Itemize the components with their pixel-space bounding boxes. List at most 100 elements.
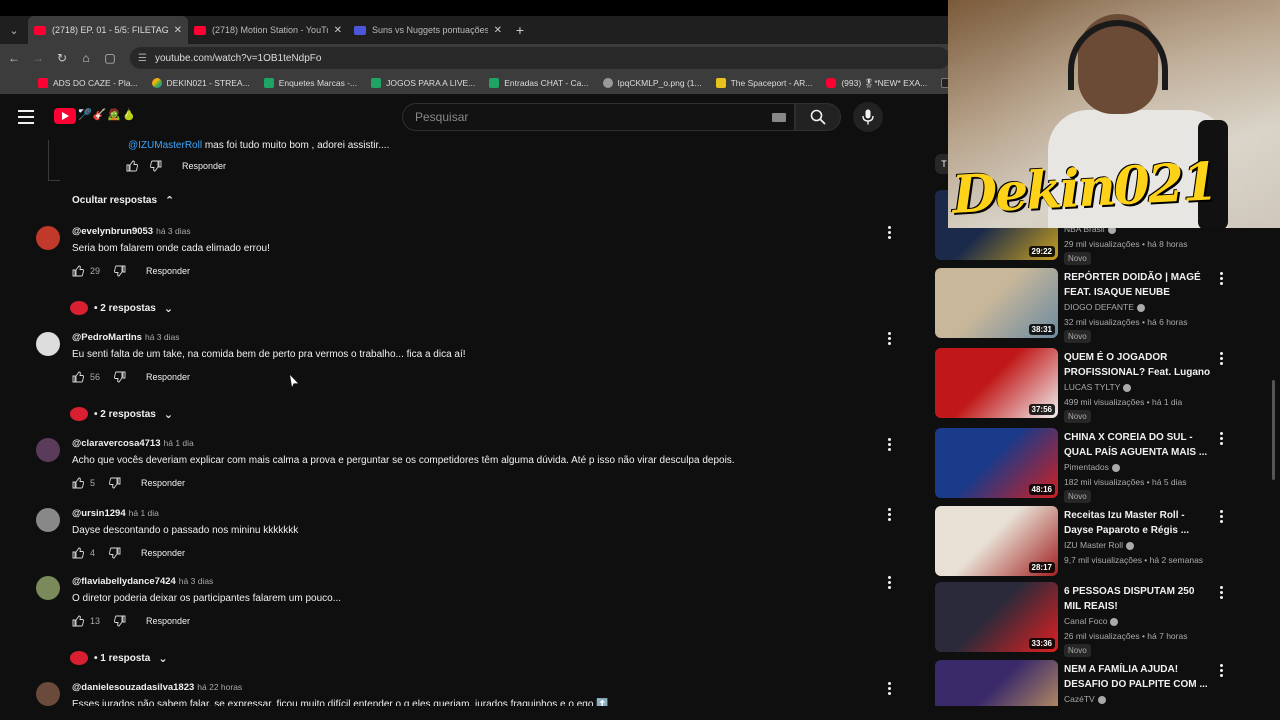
video-thumbnail[interactable]: 48:16	[935, 428, 1058, 498]
search-button[interactable]	[795, 103, 841, 131]
show-replies-button[interactable]: • 1 resposta ⌄	[70, 651, 168, 665]
more-actions-icon[interactable]	[888, 508, 892, 523]
close-tab-icon[interactable]: ✕	[334, 25, 342, 36]
close-tab-icon[interactable]: ✕	[174, 25, 182, 36]
reply-button[interactable]: Responder	[146, 372, 190, 382]
reply-button[interactable]: Responder	[141, 478, 185, 488]
video-channel[interactable]: Canal Foco	[1064, 616, 1119, 626]
reply-button[interactable]: Responder	[146, 616, 190, 626]
like-icon[interactable]	[126, 160, 138, 172]
mention-link[interactable]: @IZUMasterRoll	[128, 140, 202, 151]
comment-author[interactable]: @PedroMartlns há 3 dias	[72, 332, 179, 343]
like-icon[interactable]	[72, 371, 84, 383]
more-actions-icon[interactable]	[1220, 586, 1223, 601]
reload-icon[interactable]: ↻	[50, 51, 74, 65]
like-icon[interactable]	[72, 615, 84, 627]
recommended-video[interactable]: 38:31 REPÓRTER DOIDÃO | MAGÉ FEAT. ISAQUE…	[935, 268, 1225, 343]
comment-author[interactable]: @ursin1294 há 1 dia	[72, 508, 159, 519]
split-view-icon[interactable]: ▢	[98, 51, 122, 65]
video-title[interactable]: NEM A FAMÍLIA AJUDA! DESAFIO DO PALPITE …	[1064, 662, 1214, 692]
bookmark-item[interactable]: ADS DO CAZE - Pla...	[38, 78, 138, 88]
like-icon[interactable]	[72, 547, 84, 559]
video-title[interactable]: CHINA X COREIA DO SUL - QUAL PAÍS AGUENT…	[1064, 430, 1214, 460]
more-actions-icon[interactable]	[888, 682, 892, 697]
comment-author[interactable]: @flaviabellydance7424 há 3 dias	[72, 576, 213, 587]
youtube-logo-icon[interactable]	[54, 108, 76, 124]
site-settings-icon[interactable]: ☰	[138, 53, 147, 64]
like-icon[interactable]	[72, 265, 84, 277]
new-tab-plus-icon[interactable]: +	[508, 22, 532, 38]
comment-author[interactable]: @evelynbrun9053 há 3 dias	[72, 226, 191, 237]
like-count: 56	[90, 372, 101, 382]
recommended-video[interactable]: 37:56 QUEM É O JOGADOR PROFISSIONAL? Feat…	[935, 348, 1225, 423]
bookmark-item[interactable]: JOGOS PARA A LIVE...	[371, 78, 475, 88]
reply-button[interactable]: Responder	[146, 266, 190, 276]
browser-tab[interactable]: Suns vs Nuggets pontuações & ✕	[348, 16, 508, 44]
video-title[interactable]: QUEM É O JOGADOR PROFISSIONAL? Feat. Lug…	[1064, 350, 1214, 380]
hamburger-menu-icon[interactable]	[18, 110, 34, 124]
hide-replies-button[interactable]: Ocultar respostas ⌃	[72, 194, 174, 207]
video-channel[interactable]: LUCAS TYLTY	[1064, 382, 1132, 392]
more-actions-icon[interactable]	[1220, 510, 1223, 525]
comment-author[interactable]: @claravercosa4713 há 1 dia	[72, 438, 194, 449]
home-icon[interactable]: ⌂	[74, 51, 98, 65]
dislike-icon[interactable]	[114, 615, 126, 627]
recommended-video[interactable]: 33:36 6 PESSOAS DISPUTAM 250 MIL REAIS! Ca…	[935, 582, 1225, 657]
bookmark-item[interactable]: (993) 🎖*NEW* EXA...	[826, 78, 927, 89]
dislike-icon[interactable]	[114, 371, 126, 383]
close-tab-icon[interactable]: ✕	[494, 25, 502, 36]
recommended-video[interactable]: 48:16 CHINA X COREIA DO SUL - QUAL PAÍS A…	[935, 428, 1225, 503]
video-channel[interactable]: CazéTV	[1064, 694, 1106, 704]
url-bar[interactable]: ☰ youtube.com/watch?v=1OB1teNdpFo	[130, 47, 950, 69]
bookmark-item[interactable]: Enquetes Marcas -...	[263, 78, 357, 88]
bookmark-item[interactable]: DEKIN021 - STREA...	[151, 78, 250, 88]
more-actions-icon[interactable]	[888, 438, 892, 453]
video-title[interactable]: 6 PESSOAS DISPUTAM 250 MIL REAIS!	[1064, 584, 1214, 614]
tab-search-chevron-icon[interactable]: ⌄	[0, 16, 28, 44]
browser-tab-active[interactable]: (2718) EP. 01 - 5/5: FILETAGEM ✕	[28, 16, 188, 44]
page-scrollbar[interactable]	[1272, 380, 1275, 480]
video-title[interactable]: Receitas Izu Master Roll - Dayse Paparot…	[1064, 508, 1214, 538]
bookmark-item[interactable]: The Spaceport - AR...	[715, 78, 812, 88]
avatar[interactable]	[36, 576, 60, 600]
avatar[interactable]	[36, 226, 60, 250]
show-replies-button[interactable]: • 2 respostas ⌄	[70, 301, 173, 315]
video-channel[interactable]: DIOGO DEFANTE	[1064, 302, 1145, 312]
voice-search-button[interactable]	[853, 102, 883, 132]
avatar[interactable]	[36, 508, 60, 532]
search-input[interactable]	[415, 110, 772, 124]
dislike-icon[interactable]	[150, 160, 162, 172]
dislike-icon[interactable]	[114, 265, 126, 277]
more-actions-icon[interactable]	[1220, 352, 1223, 367]
bookmark-item[interactable]: Entradas CHAT - Ca...	[489, 78, 589, 88]
browser-tab[interactable]: (2718) Motion Station - YouTub ✕	[188, 16, 348, 44]
video-channel[interactable]: IZU Master Roll	[1064, 540, 1135, 550]
show-replies-button[interactable]: • 2 respostas ⌄	[70, 407, 173, 421]
reply-button[interactable]: Responder	[141, 548, 185, 558]
forward-arrow-icon[interactable]: →	[26, 51, 50, 65]
more-actions-icon[interactable]	[1220, 664, 1223, 679]
more-actions-icon[interactable]	[1220, 272, 1223, 287]
reply-button[interactable]: Responder	[182, 161, 226, 171]
keyboard-icon[interactable]	[772, 112, 786, 122]
avatar[interactable]	[36, 438, 60, 462]
more-actions-icon[interactable]	[888, 332, 892, 347]
avatar[interactable]	[36, 332, 60, 356]
video-title[interactable]: REPÓRTER DOIDÃO | MAGÉ FEAT. ISAQUE NEUB…	[1064, 270, 1214, 300]
more-actions-icon[interactable]	[888, 226, 892, 241]
like-icon[interactable]	[72, 477, 84, 489]
video-thumbnail[interactable]: 33:36	[935, 582, 1058, 652]
more-actions-icon[interactable]	[888, 576, 892, 591]
recommended-video[interactable]: 28:17 Receitas Izu Master Roll - Dayse Pa…	[935, 506, 1225, 580]
video-thumbnail[interactable]: 28:17	[935, 506, 1058, 576]
more-actions-icon[interactable]	[1220, 432, 1223, 447]
bookmark-item[interactable]: IpqCKMLP_o.png (1...	[602, 78, 702, 88]
video-thumbnail[interactable]: 37:56	[935, 348, 1058, 418]
dislike-icon[interactable]	[109, 477, 121, 489]
comment-author[interactable]: @danielesouzadasilva1823 há 22 horas	[72, 682, 242, 693]
dislike-icon[interactable]	[109, 547, 121, 559]
avatar[interactable]	[36, 682, 60, 706]
back-arrow-icon[interactable]: ←	[2, 51, 26, 65]
video-channel[interactable]: Pimentados	[1064, 462, 1120, 472]
video-thumbnail[interactable]: 38:31	[935, 268, 1058, 338]
